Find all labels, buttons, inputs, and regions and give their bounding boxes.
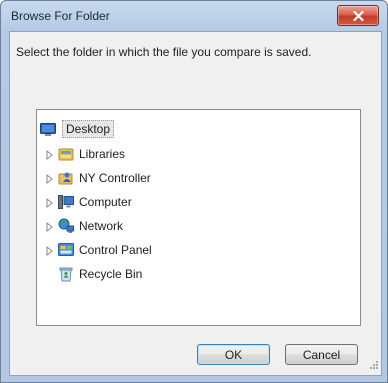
- expand-arrow-icon[interactable]: [45, 245, 54, 257]
- browse-for-folder-dialog: Browse For Folder Select the folder in w…: [0, 0, 388, 383]
- control-panel-icon: [58, 242, 74, 258]
- expand-arrow-icon[interactable]: [45, 173, 54, 185]
- expand-arrow-icon[interactable]: [45, 197, 54, 209]
- user-folder-icon: [58, 170, 74, 186]
- dialog-body: Select the folder in which the file you …: [9, 31, 382, 376]
- tree-item-label: Computer: [79, 195, 132, 209]
- cancel-button[interactable]: Cancel: [285, 344, 358, 365]
- tree-item-desktop[interactable]: Desktop: [40, 119, 115, 139]
- tree-item-label: Network: [79, 219, 124, 233]
- tree-item-network[interactable]: Network: [45, 216, 123, 236]
- expand-arrow-icon[interactable]: [45, 149, 54, 161]
- tree-item-label: Desktop: [62, 120, 115, 138]
- close-button[interactable]: [337, 5, 379, 26]
- tree-item-label: NY Controller: [79, 171, 151, 185]
- title-bar[interactable]: Browse For Folder: [1, 1, 387, 31]
- tree-item-libraries[interactable]: Libraries: [45, 144, 125, 164]
- tree-item-label: Control Panel: [79, 243, 152, 257]
- tree-item-label: Recycle Bin: [79, 267, 143, 281]
- resize-grip-icon[interactable]: [369, 359, 379, 373]
- tree-item-control-panel[interactable]: Control Panel: [45, 240, 152, 260]
- desktop-icon: [40, 121, 56, 137]
- tree-item-ny-controller[interactable]: NY Controller: [45, 168, 151, 188]
- tree-item-computer[interactable]: Computer: [45, 192, 132, 212]
- libraries-icon: [58, 146, 74, 162]
- network-icon: [58, 218, 74, 234]
- instruction-text: Select the folder in which the file you …: [16, 45, 312, 59]
- computer-icon: [58, 194, 74, 210]
- recycle-bin-icon: [58, 266, 74, 282]
- tree-item-recycle-bin[interactable]: Recycle Bin: [58, 264, 142, 284]
- tree-item-label: Libraries: [79, 147, 126, 161]
- expand-arrow-icon[interactable]: [45, 221, 54, 233]
- close-x-icon: [352, 10, 364, 21]
- ok-button[interactable]: OK: [197, 344, 270, 365]
- window-title: Browse For Folder: [11, 9, 110, 23]
- folder-tree[interactable]: Desktop Libraries NY Controller Computer…: [36, 109, 361, 326]
